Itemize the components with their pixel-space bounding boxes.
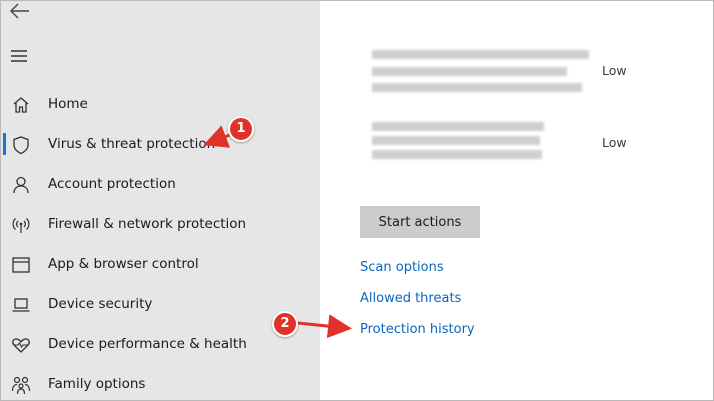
start-actions-button[interactable]: Start actions	[360, 206, 480, 238]
sidebar-item-home[interactable]: Home	[1, 84, 320, 124]
sidebar-item-virus-threat-protection[interactable]: Virus & threat protection	[1, 124, 320, 164]
hamburger-menu-icon[interactable]	[10, 48, 30, 64]
shield-icon	[11, 135, 31, 155]
sidebar-item-label: Virus & threat protection	[48, 136, 216, 152]
sidebar-item-label: Account protection	[48, 176, 176, 192]
sidebar-item-firewall-network-protection[interactable]: Firewall & network protection	[1, 204, 320, 244]
sidebar-item-app-browser-control[interactable]: App & browser control	[1, 244, 320, 284]
protection-history-link[interactable]: Protection history	[360, 322, 475, 337]
person-icon	[11, 175, 31, 195]
wifi-signal-icon	[11, 215, 31, 235]
annotation-badge-1: 1	[228, 116, 254, 142]
sidebar: Home Virus & threat protection Account p…	[1, 1, 320, 400]
threat-level: Low	[602, 63, 627, 78]
sidebar-item-label: App & browser control	[48, 256, 199, 272]
threat-details-redacted	[372, 46, 592, 92]
threat-level: Low	[602, 135, 627, 150]
sidebar-item-account-protection[interactable]: Account protection	[1, 164, 320, 204]
window-frame: Home Virus & threat protection Account p…	[0, 0, 714, 401]
window-icon	[11, 255, 31, 275]
back-arrow-icon[interactable]	[8, 1, 32, 21]
home-icon	[11, 95, 31, 115]
family-icon	[11, 375, 31, 395]
main-content: Low Low Start actions Scan options Allow…	[320, 1, 713, 400]
sidebar-item-family-options[interactable]: Family options	[1, 364, 320, 400]
sidebar-item-label: Family options	[48, 376, 146, 392]
sidebar-item-label: Home	[48, 96, 88, 112]
sidebar-item-label: Firewall & network protection	[48, 216, 247, 232]
allowed-threats-link[interactable]: Allowed threats	[360, 291, 461, 306]
heart-pulse-icon	[11, 335, 31, 355]
threat-details-redacted	[372, 119, 552, 165]
sidebar-item-label: Device performance & health	[48, 336, 247, 352]
scan-options-link[interactable]: Scan options	[360, 260, 444, 275]
annotation-badge-2: 2	[272, 311, 298, 337]
laptop-icon	[11, 295, 31, 315]
sidebar-item-label: Device security	[48, 296, 153, 312]
active-indicator	[3, 133, 6, 155]
sidebar-item-device-performance-health[interactable]: Device performance & health	[1, 324, 320, 364]
